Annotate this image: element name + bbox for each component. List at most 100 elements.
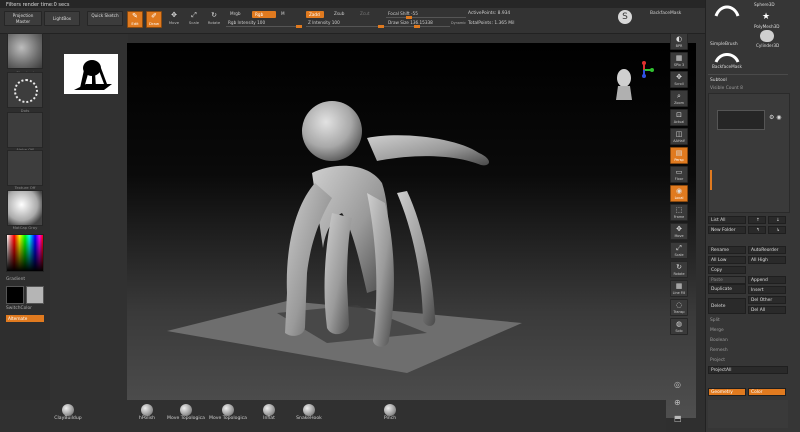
- quick-sketch-button[interactable]: Quick Sketch: [87, 11, 123, 26]
- geometry-toggle[interactable]: Geometry: [708, 388, 746, 396]
- arrow-up-icon[interactable]: ↑: [748, 216, 766, 224]
- cylinder-icon[interactable]: [760, 30, 774, 42]
- bpr-button[interactable]: ◐ BPR: [670, 33, 688, 50]
- rgb-intensity-slider[interactable]: Rgb Intensity 100: [226, 20, 302, 28]
- brush-shelf: [0, 400, 666, 432]
- rotate-view-button[interactable]: ↻ Rotate: [670, 261, 688, 278]
- rgb-toggle[interactable]: Rgb: [252, 11, 276, 18]
- move-topological-brush-icon: [222, 404, 234, 416]
- stroke-thumbnail[interactable]: [7, 72, 43, 108]
- zsub-toggle[interactable]: Zsub: [332, 11, 350, 17]
- arrow-down-icon[interactable]: ↓: [768, 216, 786, 224]
- draw-size-slider[interactable]: Draw Size 136.15338: [386, 20, 450, 28]
- all-low-button[interactable]: All Low: [708, 256, 746, 264]
- switch-color-button[interactable]: SwitchColor: [6, 306, 32, 311]
- brush-move-topological-1[interactable]: Move Topologica: [166, 404, 206, 421]
- all-high-button[interactable]: All High: [748, 256, 786, 264]
- edit-button[interactable]: ✎ Edit: [127, 11, 143, 28]
- move-view-button[interactable]: ✥ Move: [670, 223, 688, 240]
- mrgb-toggle[interactable]: Mrgb: [228, 11, 250, 17]
- solo-button[interactable]: ◍ Solo: [670, 318, 688, 335]
- paste-button[interactable]: Paste: [708, 276, 746, 284]
- color-toggle[interactable]: Color: [748, 388, 786, 396]
- del-other-button[interactable]: Del Other: [748, 296, 786, 304]
- subtool-list[interactable]: ⚙ ◉: [708, 93, 790, 213]
- secondary-color-swatch[interactable]: [26, 286, 44, 304]
- move-button[interactable]: ✥ Move: [166, 11, 182, 28]
- draw-size-knob[interactable]: [414, 25, 420, 28]
- alternate-button[interactable]: Alternate: [6, 315, 44, 322]
- append-button[interactable]: Append: [748, 276, 786, 284]
- brush-snakehook[interactable]: SnakeHook: [292, 404, 326, 421]
- del-all-button[interactable]: Del All: [748, 306, 786, 314]
- lightbox-button[interactable]: LightBox: [44, 11, 80, 26]
- frame-button[interactable]: ⬚ Frame: [670, 204, 688, 221]
- star-tool-icon[interactable]: ★: [762, 12, 770, 22]
- alpha-thumbnail[interactable]: [7, 112, 43, 148]
- brush-claybuildup[interactable]: ClayBuildup: [50, 404, 86, 421]
- scroll-button[interactable]: ✥ Scroll: [670, 71, 688, 88]
- project-section[interactable]: Project: [710, 358, 725, 363]
- zadd-toggle[interactable]: Zadd: [306, 11, 324, 18]
- xpose-icon[interactable]: ⊕: [674, 398, 681, 407]
- claybuildup-brush-icon: [62, 404, 74, 416]
- dynamic-persp-icon[interactable]: ◎: [674, 380, 681, 389]
- new-folder-button[interactable]: New Folder: [708, 226, 746, 234]
- linefill-button[interactable]: ▦ Line Fill: [670, 280, 688, 297]
- move-up-icon[interactable]: ↰: [748, 226, 766, 234]
- delete-button[interactable]: Delete: [708, 298, 746, 314]
- aahalf-button[interactable]: ◫ AAHalf: [670, 128, 688, 145]
- texture-thumbnail[interactable]: [7, 150, 43, 186]
- aahalf-icon: ◫: [675, 130, 683, 138]
- zcut-toggle[interactable]: Zcut: [358, 11, 376, 17]
- polyframe-icon[interactable]: ⬒: [674, 414, 682, 423]
- m-toggle[interactable]: M: [279, 11, 289, 17]
- local-button[interactable]: ◉ Local: [670, 185, 688, 202]
- subtool-header[interactable]: Subtool: [710, 78, 727, 83]
- transp-button[interactable]: ◌ Transp: [670, 299, 688, 316]
- inflat-brush-icon: [263, 404, 275, 416]
- subtool-visibility-icon[interactable]: ⚙ ◉: [769, 114, 782, 121]
- main-color-swatch[interactable]: [6, 286, 24, 304]
- insert-button[interactable]: Insert: [748, 286, 786, 294]
- draw-button[interactable]: ✐ Draw: [146, 11, 162, 28]
- navigation-gizmo[interactable]: [608, 60, 658, 108]
- split-section[interactable]: Split: [710, 318, 720, 323]
- boolean-section[interactable]: Boolean: [710, 338, 728, 343]
- subtool-scroll-indicator[interactable]: [710, 170, 712, 190]
- brush-pinch[interactable]: Pinch: [376, 404, 404, 421]
- rename-button[interactable]: Rename: [708, 246, 746, 254]
- move-down-icon[interactable]: ↳: [768, 226, 786, 234]
- auto-reorder-button[interactable]: AutoReorder: [748, 246, 786, 254]
- z-intensity-knob[interactable]: [378, 25, 384, 28]
- scale-view-button[interactable]: ⤢ Scale: [670, 242, 688, 259]
- dynamic-toggle[interactable]: Dynamic: [451, 21, 466, 25]
- merge-section[interactable]: Merge: [710, 328, 724, 333]
- brush-move-topological-2[interactable]: Move Topologica: [208, 404, 248, 421]
- focal-shift-slider[interactable]: Focal Shift -55: [386, 11, 466, 19]
- brush-inflat[interactable]: Inflat: [254, 404, 284, 421]
- copy-button[interactable]: Copy: [708, 266, 746, 274]
- duplicate-button[interactable]: Duplicate: [708, 284, 746, 294]
- tool-thumb-backface[interactable]: [712, 48, 742, 64]
- rgb-intensity-knob[interactable]: [296, 25, 302, 28]
- tool-thumb-simplebrush[interactable]: [712, 2, 742, 18]
- projection-master-button[interactable]: Projection Master: [4, 11, 42, 26]
- zoom-button[interactable]: ⌕ Zoom: [670, 90, 688, 107]
- focal-shift-knob[interactable]: [406, 16, 412, 19]
- color-picker[interactable]: [6, 234, 44, 272]
- remesh-section[interactable]: Remesh: [710, 348, 728, 353]
- material-thumbnail[interactable]: [7, 190, 43, 226]
- scale-button[interactable]: ⤢ Scale: [186, 11, 202, 28]
- project-all-button[interactable]: ProjectAll: [708, 366, 788, 374]
- list-all-button[interactable]: List All: [708, 216, 746, 224]
- subtool-item-thumbnail[interactable]: [717, 110, 765, 130]
- actual-button[interactable]: ⊡ Actual: [670, 109, 688, 126]
- z-intensity-slider[interactable]: Z Intensity 100: [306, 20, 386, 28]
- rotate-button[interactable]: ↻ Rotate: [206, 11, 222, 28]
- floor-button[interactable]: ▭ Floor: [670, 166, 688, 183]
- spix-button[interactable]: ▦ SPix 3: [670, 52, 688, 69]
- brush-hpolish[interactable]: hPolish: [132, 404, 162, 421]
- persp-button[interactable]: ▤ Persp: [670, 147, 688, 164]
- brush-thumbnail[interactable]: [7, 33, 43, 69]
